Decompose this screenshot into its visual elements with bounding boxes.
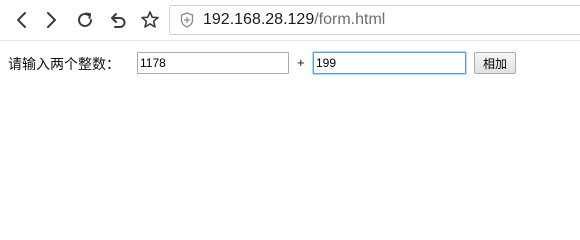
bookmark-star-icon [141,11,159,28]
forward-icon [47,12,56,28]
second-number-input[interactable] [313,52,466,74]
reload-icon [78,12,92,27]
address-bar[interactable]: 192.168.28.129/form.html [169,5,580,35]
url-path: /form.html [314,11,386,28]
forward-button[interactable] [40,9,62,31]
reload-button[interactable] [74,9,96,31]
back-icon [17,12,26,28]
browser-toolbar: 192.168.28.129/form.html [0,0,580,41]
url-host: 192.168.28.129 [203,11,315,28]
page-content: 请输入两个整数： + 相加 [0,41,580,204]
undo-icon [111,13,126,28]
plus-sign: + [297,55,305,70]
prompt-label: 请输入两个整数： [8,57,120,73]
bookmark-button[interactable] [139,9,161,31]
first-number-input[interactable] [137,52,289,74]
back-button[interactable] [11,9,33,31]
shield-icon [178,11,196,29]
add-button[interactable]: 相加 [474,52,516,74]
undo-button[interactable] [107,9,129,31]
